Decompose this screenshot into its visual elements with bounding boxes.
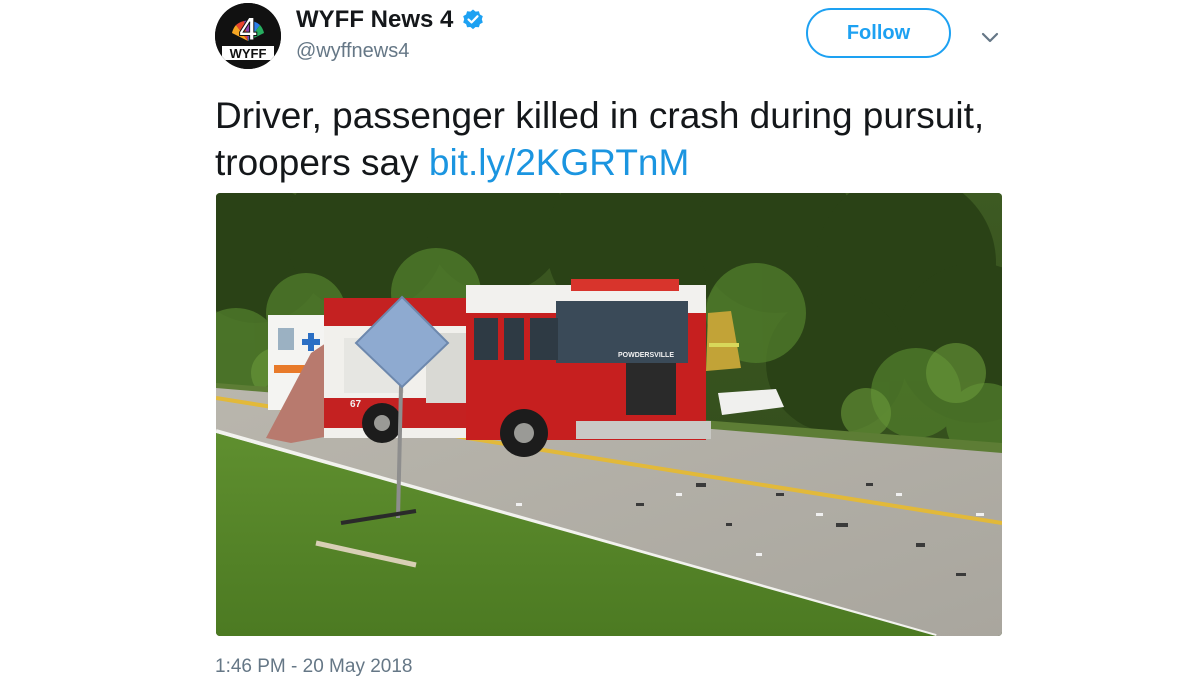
truck-number-text: 67 (350, 399, 362, 410)
logo-number: 4 (239, 11, 257, 47)
tweet-card: 4 WYFF WYFF News 4 @wyffnews4 Follow Dri… (0, 0, 1200, 677)
follow-button[interactable]: Follow (806, 8, 951, 58)
display-name[interactable]: WYFF News 4 (296, 6, 453, 34)
tweet-photo[interactable]: POWDERSVILLE 67 (216, 193, 1002, 636)
wyff-logo: 4 WYFF (215, 3, 281, 69)
account-handle[interactable]: @wyffnews4 (296, 40, 409, 63)
logo-text: WYFF (230, 46, 267, 61)
truck-name-text: POWDERSVILLE (618, 352, 674, 359)
crash-scene-image: POWDERSVILLE 67 (216, 193, 1002, 636)
tweet-link[interactable]: bit.ly/2KGRTnM (429, 142, 689, 183)
verified-badge-icon (461, 8, 485, 32)
chevron-down-icon[interactable] (976, 24, 1004, 52)
tweet-text: Driver, passenger killed in crash during… (215, 92, 1015, 186)
display-name-row[interactable]: WYFF News 4 (296, 6, 485, 34)
avatar[interactable]: 4 WYFF (215, 3, 281, 69)
tweet-timestamp[interactable]: 1:46 PM - 20 May 2018 (215, 656, 413, 678)
